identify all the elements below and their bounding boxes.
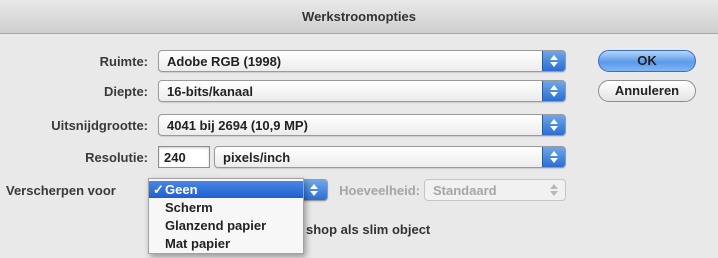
chevron-updown-icon [542, 51, 565, 71]
amount-label: Hoeveelheid: [339, 183, 420, 198]
resolution-value: 240 [164, 150, 186, 165]
space-select[interactable]: Adobe RGB (1998) [158, 50, 566, 72]
chevron-updown-icon [542, 81, 565, 101]
depth-select[interactable]: 16-bits/kanaal [158, 80, 566, 102]
menu-item-label: Scherm [165, 200, 213, 215]
title-bar: Werkstroomopties [0, 0, 718, 34]
sharpen-label: Verscherpen voor [6, 183, 116, 198]
chevron-updown-icon [542, 147, 565, 167]
menu-item-scherm[interactable]: Scherm [149, 199, 303, 216]
amount-value: Standaard [433, 183, 497, 198]
resolution-input[interactable]: 240 [158, 146, 210, 168]
crop-size-value: 4041 bij 2694 (10,9 MP) [167, 118, 308, 133]
resolution-unit-value: pixels/inch [223, 150, 291, 165]
ok-button[interactable]: OK [598, 50, 696, 72]
menu-item-mat-papier[interactable]: Mat papier [149, 235, 303, 252]
window-title: Werkstroomopties [302, 9, 416, 24]
space-value: Adobe RGB (1998) [167, 54, 282, 69]
cancel-button[interactable]: Annuleren [598, 80, 696, 102]
chevron-updown-icon [302, 180, 327, 200]
crop-size-select[interactable]: 4041 bij 2694 (10,9 MP) [158, 114, 566, 136]
menu-item-label: Geen [165, 182, 198, 197]
checkmark-icon: ✓ [153, 182, 164, 197]
depth-label: Diepte: [103, 84, 148, 99]
resolution-label: Resolutie: [85, 150, 148, 165]
chevron-updown-icon [543, 180, 565, 200]
space-label: Ruimte: [99, 54, 148, 69]
amount-select: Standaard [424, 179, 566, 201]
menu-item-label: Glanzend papier [165, 218, 267, 233]
sharpen-menu: ✓ Geen Scherm Glanzend papier Mat papier [148, 178, 304, 254]
menu-item-glanzend-papier[interactable]: Glanzend papier [149, 217, 303, 234]
open-as-smart-object-label[interactable]: shop als slim object [306, 222, 430, 237]
sharpen-select[interactable] [300, 179, 328, 201]
crop-size-label: Uitsnijdgrootte: [51, 118, 148, 133]
menu-item-geen[interactable]: ✓ Geen [149, 181, 303, 198]
menu-item-label: Mat papier [165, 236, 231, 251]
resolution-unit-select[interactable]: pixels/inch [214, 146, 566, 168]
chevron-updown-icon [542, 115, 565, 135]
depth-value: 16-bits/kanaal [167, 84, 253, 99]
